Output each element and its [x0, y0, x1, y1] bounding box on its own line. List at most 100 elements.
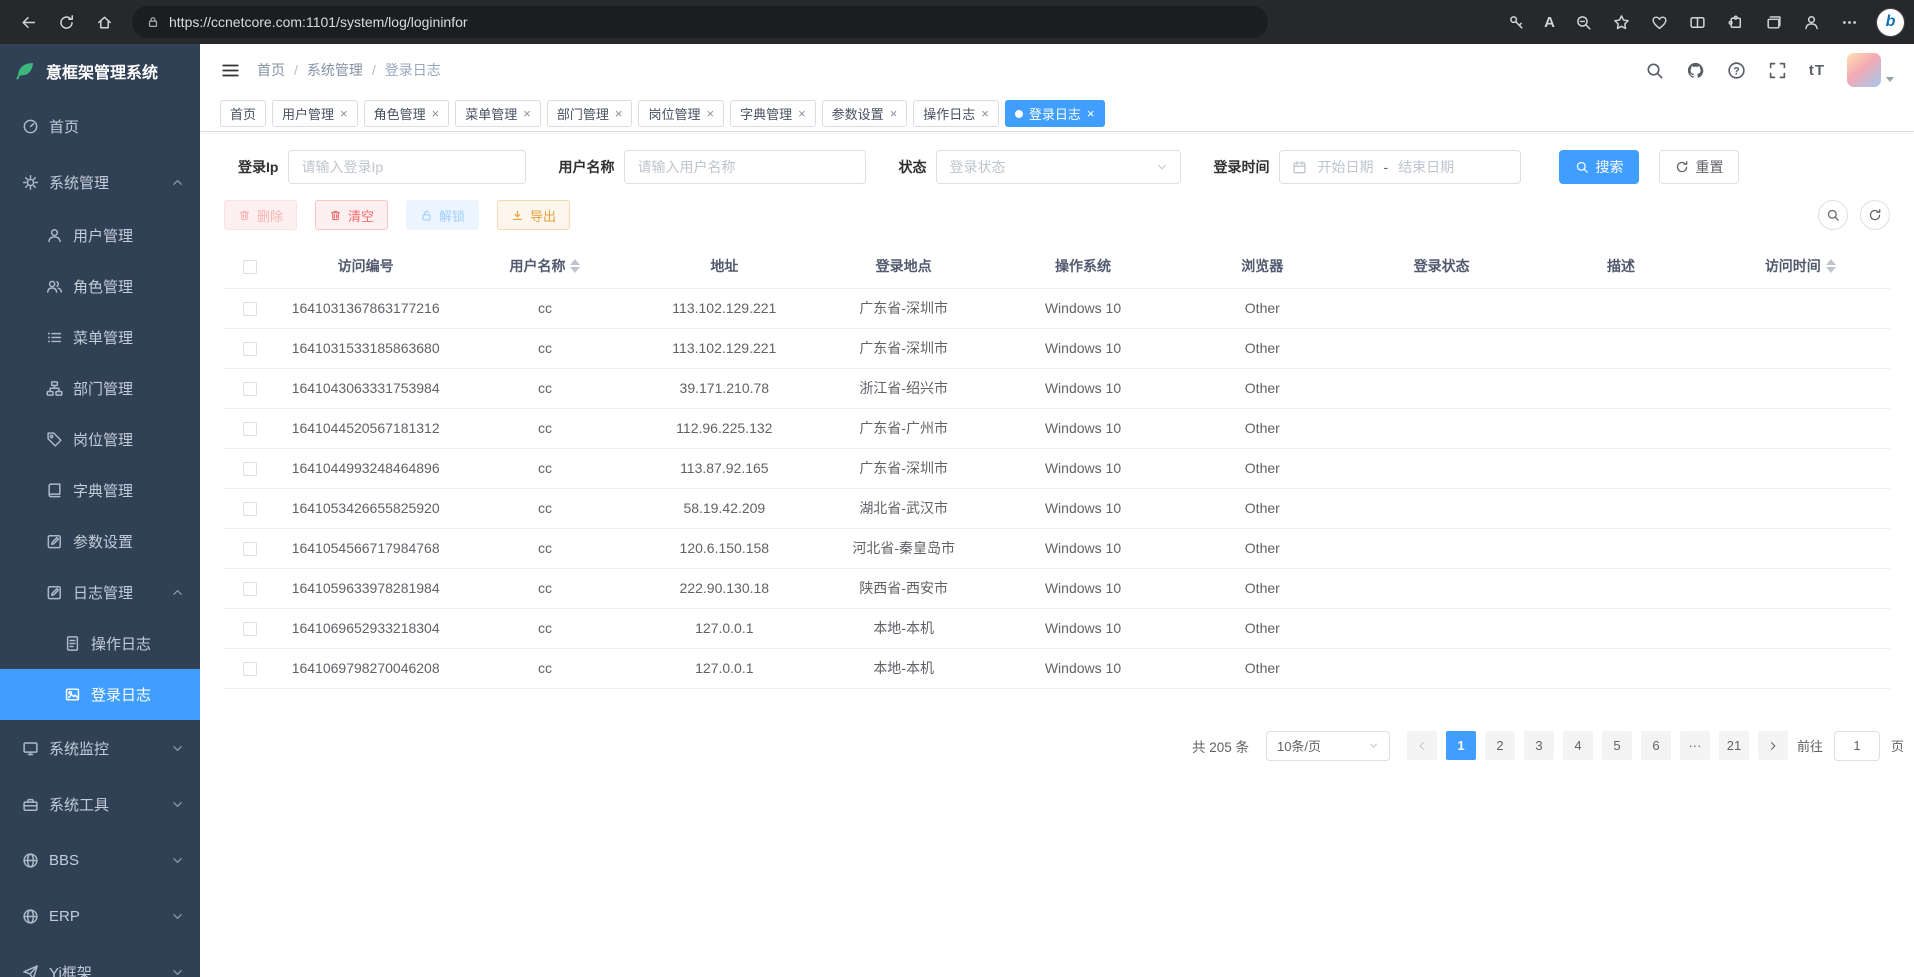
close-icon[interactable]: ×: [1087, 107, 1095, 120]
browser-menu-icon[interactable]: [1831, 6, 1867, 38]
page-size-select[interactable]: 10条/页: [1266, 731, 1390, 761]
col-username[interactable]: 用户名称: [455, 244, 634, 288]
row-checkbox[interactable]: [243, 502, 257, 516]
row-checkbox[interactable]: [243, 462, 257, 476]
close-icon[interactable]: ×: [615, 107, 623, 120]
sidebar-item-dict-mgmt[interactable]: 字典管理: [0, 465, 200, 516]
tab-param-settings[interactable]: 参数设置 ×: [822, 100, 908, 127]
page-button-5[interactable]: 5: [1602, 731, 1632, 760]
tab-home[interactable]: 首页: [220, 100, 266, 127]
extensions-icon[interactable]: [1717, 6, 1753, 38]
row-checkbox[interactable]: [243, 382, 257, 396]
delete-button[interactable]: 删除: [224, 200, 297, 230]
export-button[interactable]: 导出: [497, 200, 570, 230]
prev-page-button[interactable]: [1407, 731, 1437, 760]
tab-dept-mgmt[interactable]: 部门管理 ×: [547, 100, 633, 127]
page-button-21[interactable]: 21: [1719, 731, 1749, 760]
clear-button[interactable]: 清空: [315, 200, 388, 230]
close-icon[interactable]: ×: [523, 107, 531, 120]
row-checkbox[interactable]: [243, 582, 257, 596]
col-time[interactable]: 访问时间: [1711, 244, 1890, 288]
sidebar-item-menu-mgmt[interactable]: 菜单管理: [0, 312, 200, 363]
close-icon[interactable]: ×: [432, 107, 440, 120]
row-checkbox[interactable]: [243, 542, 257, 556]
sidebar-item-system-mgmt[interactable]: 系统管理: [0, 154, 200, 210]
sort-icon[interactable]: [1826, 259, 1836, 273]
close-icon[interactable]: ×: [706, 107, 714, 120]
sidebar-item-param-settings[interactable]: 参数设置: [0, 516, 200, 567]
password-key-icon[interactable]: [1498, 6, 1534, 38]
row-checkbox[interactable]: [243, 662, 257, 676]
sidebar-item-user-mgmt[interactable]: 用户管理: [0, 210, 200, 261]
breadcrumb-system-mgmt[interactable]: 系统管理: [307, 60, 363, 80]
help-icon[interactable]: [1727, 61, 1746, 80]
collections-icon[interactable]: [1755, 6, 1791, 38]
profile-icon[interactable]: [1793, 6, 1829, 38]
sidebar-item-sys-monitor[interactable]: 系统监控: [0, 720, 200, 776]
tab-menu-mgmt[interactable]: 菜单管理 ×: [455, 100, 541, 127]
sort-icon[interactable]: [570, 259, 580, 273]
url-text[interactable]: https://ccnetcore.com:1101/system/log/lo…: [169, 14, 468, 30]
tab-dict-mgmt[interactable]: 字典管理 ×: [730, 100, 816, 127]
sidebar-item-op-log[interactable]: 操作日志: [0, 618, 200, 669]
start-date-placeholder[interactable]: 开始日期: [1317, 157, 1373, 177]
browser-reload-button[interactable]: [48, 6, 84, 38]
font-size-icon[interactable]: tT: [1809, 62, 1825, 79]
user-menu[interactable]: [1847, 53, 1894, 87]
breadcrumb-home[interactable]: 首页: [257, 60, 285, 80]
app-logo[interactable]: 意框架管理系统: [0, 44, 200, 98]
page-button-6[interactable]: 6: [1641, 731, 1671, 760]
close-icon[interactable]: ×: [798, 107, 806, 120]
page-button-1[interactable]: 1: [1446, 731, 1476, 760]
sidebar-item-erp[interactable]: ERP: [0, 888, 200, 944]
browser-url-bar[interactable]: https://ccnetcore.com:1101/system/log/lo…: [132, 6, 1268, 38]
username-input[interactable]: [624, 150, 866, 184]
tab-role-mgmt[interactable]: 角色管理 ×: [364, 100, 450, 127]
toggle-search-button[interactable]: [1818, 200, 1848, 230]
sidebar-item-sys-tools[interactable]: 系统工具: [0, 776, 200, 832]
github-icon[interactable]: [1686, 61, 1705, 80]
fullscreen-icon[interactable]: [1768, 61, 1787, 80]
tab-user-mgmt[interactable]: 用户管理 ×: [272, 100, 358, 127]
sidebar-item-log-mgmt[interactable]: 日志管理: [0, 567, 200, 618]
search-icon[interactable]: [1645, 61, 1664, 80]
tab-login-log[interactable]: 登录日志 ×: [1005, 100, 1105, 127]
close-icon[interactable]: ×: [890, 107, 898, 120]
sidebar-item-yi-framework[interactable]: Yi框架: [0, 944, 200, 977]
bing-copilot-icon[interactable]: b: [1877, 9, 1904, 36]
page-button-3[interactable]: 3: [1524, 731, 1554, 760]
login-ip-input[interactable]: [288, 150, 526, 184]
row-checkbox[interactable]: [243, 302, 257, 316]
sidebar-item-home[interactable]: 首页: [0, 98, 200, 154]
tab-post-mgmt[interactable]: 岗位管理 ×: [638, 100, 724, 127]
goto-page-input[interactable]: [1834, 731, 1880, 761]
reset-button[interactable]: 重置: [1659, 150, 1739, 184]
read-aloud-icon[interactable]: A: [1536, 6, 1563, 38]
sidebar-item-role-mgmt[interactable]: 角色管理: [0, 261, 200, 312]
unlock-button[interactable]: 解锁: [406, 200, 479, 230]
favorites-star-icon[interactable]: [1603, 6, 1639, 38]
close-icon[interactable]: ×: [340, 107, 348, 120]
sidebar-item-login-log[interactable]: 登录日志: [0, 669, 200, 720]
sidebar-item-bbs[interactable]: BBS: [0, 832, 200, 888]
row-checkbox[interactable]: [243, 422, 257, 436]
pagination-ellipsis[interactable]: ···: [1680, 731, 1710, 760]
row-checkbox[interactable]: [243, 342, 257, 356]
browser-essentials-icon[interactable]: [1641, 6, 1677, 38]
browser-home-button[interactable]: [86, 6, 122, 38]
status-select[interactable]: 登录状态: [936, 150, 1181, 184]
sidebar-item-dept-mgmt[interactable]: 部门管理: [0, 363, 200, 414]
split-screen-icon[interactable]: [1679, 6, 1715, 38]
browser-back-button[interactable]: [10, 6, 46, 38]
zoom-icon[interactable]: [1565, 6, 1601, 38]
avatar[interactable]: [1847, 53, 1881, 87]
close-icon[interactable]: ×: [981, 107, 989, 120]
row-checkbox[interactable]: [243, 622, 257, 636]
sidebar-item-post-mgmt[interactable]: 岗位管理: [0, 414, 200, 465]
hamburger-icon[interactable]: [220, 60, 241, 81]
page-button-4[interactable]: 4: [1563, 731, 1593, 760]
date-range-picker[interactable]: 开始日期 - 结束日期: [1279, 150, 1521, 184]
tab-op-log[interactable]: 操作日志 ×: [913, 100, 999, 127]
refresh-table-button[interactable]: [1860, 200, 1890, 230]
end-date-placeholder[interactable]: 结束日期: [1398, 157, 1454, 177]
